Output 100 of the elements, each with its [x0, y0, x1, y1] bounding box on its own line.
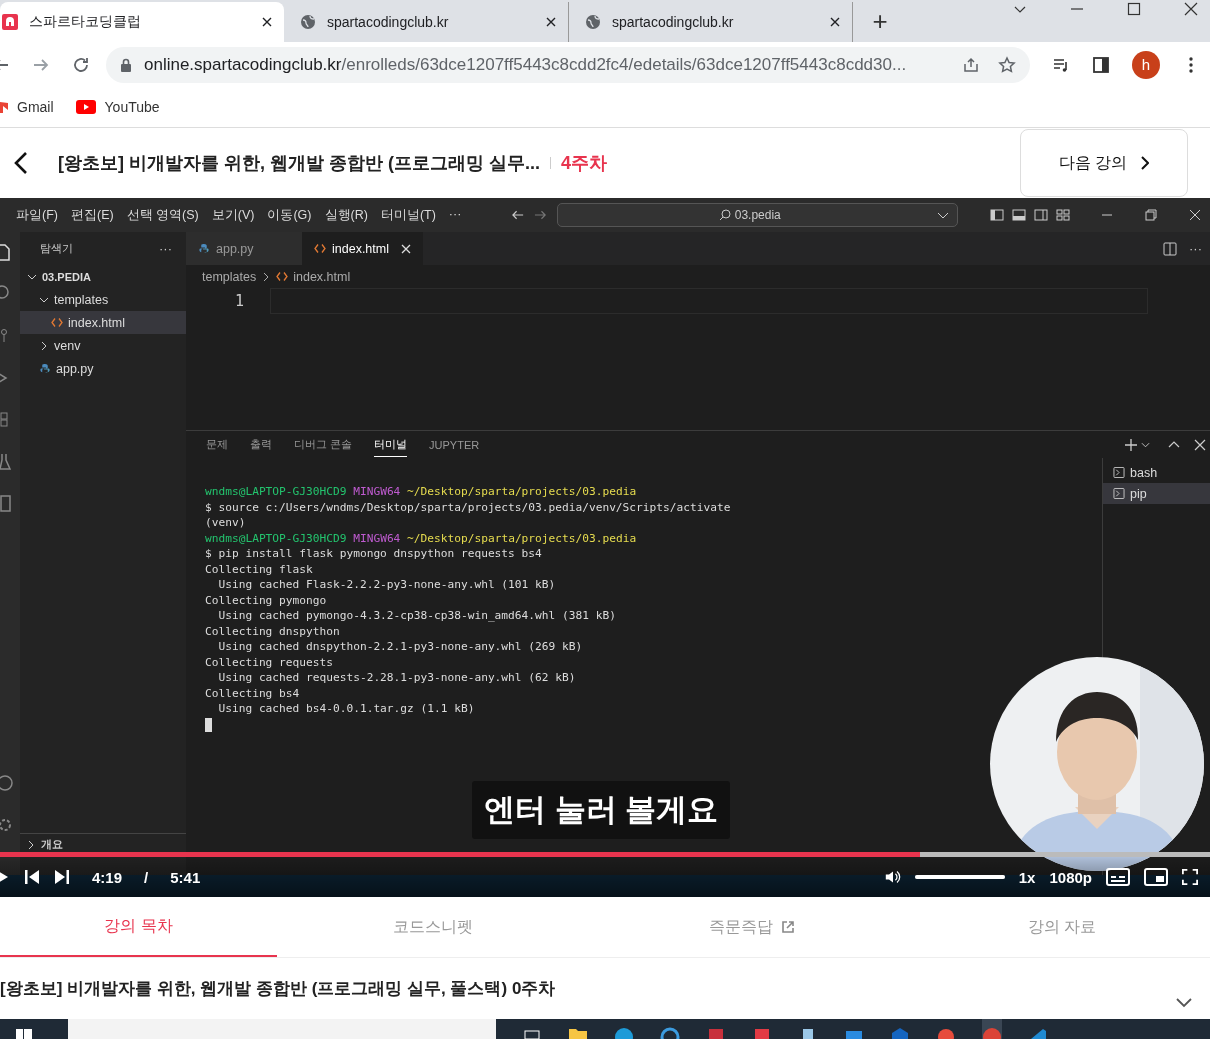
tree-item[interactable]: app.py [20, 357, 186, 380]
split-editor-icon[interactable] [1163, 241, 1177, 256]
terminal-line: Using cached Flask-2.2.2-py3-none-any.whl (101 kB) [217, 577, 557, 593]
code-icon [51, 317, 63, 328]
flask-icon[interactable] [0, 452, 14, 472]
volume-slider[interactable] [914, 875, 1005, 879]
maximize-icon[interactable] [1127, 2, 1141, 16]
menu-item[interactable]: 터미널(T) [380, 206, 436, 224]
reload-icon[interactable] [72, 55, 90, 74]
section-title: [왕초보] 비개발자를 위한, 웹개발 종합반 (프로그래밍 실무, 풀스택) 0주차 [0, 978, 556, 1000]
close-icon[interactable] [262, 17, 272, 27]
video-progress-track[interactable] [0, 852, 1210, 857]
share-icon[interactable] [962, 55, 980, 74]
layout-icon[interactable] [1012, 208, 1026, 222]
browser-tab[interactable]: 스파르타코딩클럽 [0, 2, 284, 42]
back-icon[interactable] [511, 208, 525, 222]
speed-button[interactable]: 1x [1018, 868, 1036, 886]
back-icon[interactable] [14, 151, 28, 175]
chevron-right-icon [1141, 156, 1150, 170]
globe-icon [585, 14, 601, 30]
search-icon [718, 209, 731, 221]
chevron-right-icon [26, 839, 36, 850]
terminal-list-item[interactable]: bash [1103, 462, 1210, 483]
play-icon [75, 100, 96, 114]
next-icon[interactable] [54, 869, 70, 885]
menu-item[interactable]: ··· [448, 206, 462, 224]
restore-icon[interactable] [1144, 208, 1158, 222]
forward-icon[interactable] [534, 208, 548, 222]
terminal-list-item[interactable]: pip [1103, 483, 1210, 504]
duration: 5:41 [170, 868, 201, 886]
terminal-icon [1113, 488, 1125, 499]
breadcrumb-item[interactable]: index.html [293, 269, 351, 284]
close-icon[interactable] [830, 17, 840, 27]
panel-tab[interactable]: JUPYTER [429, 434, 480, 455]
globe-icon [300, 14, 316, 30]
editor-tab[interactable]: index.html [302, 232, 423, 265]
menu-item[interactable]: 보기(V) [211, 206, 255, 224]
account-icon[interactable] [0, 773, 14, 793]
python-icon [198, 243, 210, 254]
menu-item[interactable]: 이동(G) [267, 206, 312, 224]
current-time: 4:19 [92, 868, 123, 886]
panel-tab[interactable]: 디버그 콘솔 [294, 433, 353, 456]
volume-icon[interactable] [884, 869, 901, 885]
terminal-line: Collecting bs4 [205, 685, 301, 701]
side-panel-icon[interactable] [1092, 55, 1110, 74]
previous-icon[interactable] [24, 869, 40, 885]
tree-item[interactable]: venv [20, 334, 186, 357]
browser-tab[interactable]: spartacodingclub.kr [568, 2, 852, 42]
tree-item[interactable]: 03.PEDIA [20, 265, 186, 288]
terminal-prompt: wndms@LAPTOP-GJ30HCD9 MINGW64 ~/Desktop/sparta/projects/03.pedia [205, 530, 638, 546]
close-icon[interactable] [546, 17, 556, 27]
menu-item[interactable]: 파일(F) [16, 206, 58, 224]
address-field[interactable]: online.spartacodingclub.kr/enrolleds/63dce1207ff5443c8cdd2fc4/edetails/63dce1207ff5443c8cdd30... [106, 46, 1030, 83]
more-button[interactable]: ··· [1189, 241, 1202, 256]
layout-icon[interactable] [1056, 208, 1070, 222]
terminal-line: (venv) [205, 515, 247, 531]
menu-item[interactable]: 편집(E) [70, 206, 114, 224]
external-link-icon [780, 920, 795, 934]
tree-item[interactable]: index.html [20, 311, 186, 334]
editor-tab[interactable]: app.py [186, 232, 302, 265]
bookmark-link[interactable]: Gmail [0, 99, 54, 115]
panel-tab[interactable]: 문제 [206, 433, 228, 456]
subtitles-icon[interactable] [1106, 868, 1130, 886]
chevron-right-icon [39, 340, 49, 351]
close-icon[interactable] [1184, 2, 1198, 16]
menu-item[interactable]: 실행(R) [324, 206, 368, 224]
helmet-icon [2, 14, 18, 30]
lock-icon[interactable] [120, 57, 132, 72]
panel-tab[interactable]: 터미널 [374, 432, 408, 457]
code-icon [314, 243, 326, 254]
command-search-field[interactable]: 03.pedia [557, 203, 958, 227]
browser-tab[interactable]: spartacodingclub.kr [284, 2, 568, 42]
layout-icon[interactable] [1034, 208, 1048, 222]
quality-button[interactable]: 1080p [1049, 868, 1092, 886]
plus-icon[interactable] [1125, 438, 1137, 451]
breadcrumb-item[interactable]: templates [202, 269, 257, 284]
terminal-line: Using cached bs4-0.0.1.tar.gz (1.1 kB) [217, 701, 476, 717]
python-icon [39, 363, 51, 374]
next-lecture-button[interactable]: 다음 강의 [1020, 129, 1188, 197]
terminal-line: Collecting flask [205, 561, 314, 577]
star-icon[interactable] [998, 55, 1016, 74]
explorer-title: 탐색기 [40, 241, 73, 256]
new-tab-button[interactable]: + [852, 2, 907, 42]
tree-item[interactable]: templates [20, 288, 186, 311]
layout-icon[interactable] [990, 208, 1004, 222]
picture-in-picture-icon[interactable] [1144, 868, 1168, 886]
chevron-down-icon[interactable] [1176, 997, 1192, 1008]
fullscreen-icon[interactable] [1182, 869, 1198, 885]
panel-tab[interactable]: 출력 [250, 433, 272, 456]
profile-avatar[interactable]: h [1132, 50, 1160, 79]
terminal-line: $ source c:/Users/wndms/Desktop/sparta/projects/03.pedia/venv/Scripts/activate [205, 499, 732, 515]
more-button[interactable]: ··· [159, 241, 172, 256]
terminal-line: Using cached dnspython-2.2.1-py3-none-any.whl (269 kB) [217, 639, 584, 655]
notebook-icon[interactable] [0, 494, 14, 514]
terminal-prompt: wndms@LAPTOP-GJ30HCD9 MINGW64 ~/Desktop/sparta/projects/03.pedia [205, 484, 638, 500]
menu-item[interactable]: 선택 영역(S) [126, 206, 199, 224]
bookmark-link[interactable]: YouTube [75, 99, 160, 115]
terminal-line: Using cached requests-2.28.1-py3-none-any.whl (62 kB) [217, 670, 577, 686]
lesson-tab[interactable]: 강의 목차 [0, 897, 277, 957]
code-icon [276, 271, 289, 282]
